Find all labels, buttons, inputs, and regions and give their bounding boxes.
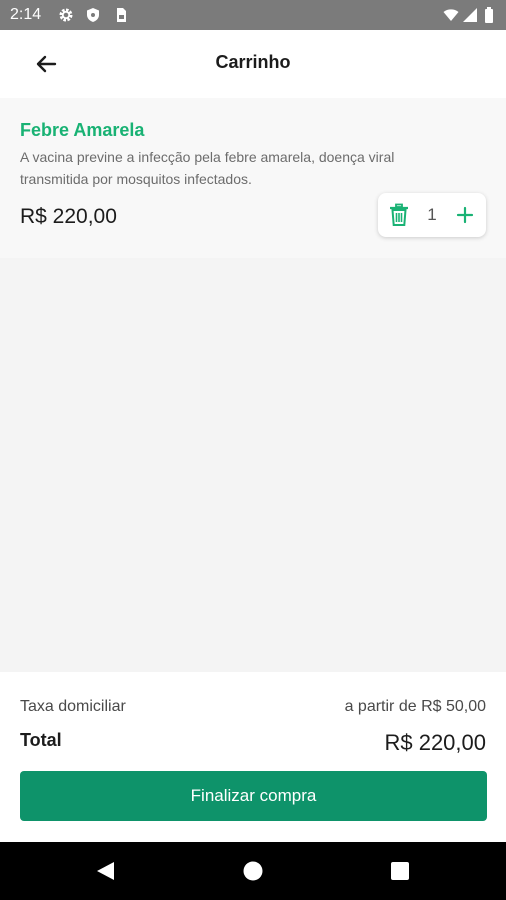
item-price: R$ 220,00 xyxy=(20,205,117,228)
fee-label: Taxa domiciliar xyxy=(20,698,126,715)
app-bar: Carrinho xyxy=(0,30,506,98)
remove-item-button[interactable] xyxy=(388,203,410,227)
status-bar: 2:14 xyxy=(0,0,506,30)
status-time: 2:14 xyxy=(10,6,42,23)
home-circle-icon[interactable] xyxy=(242,860,264,882)
battery-icon xyxy=(485,7,493,23)
fee-value: a partir de R$ 50,00 xyxy=(344,698,486,715)
item-description: A vacina previne a infecção pela febre a… xyxy=(20,149,395,187)
increase-quantity-button[interactable] xyxy=(454,203,476,227)
quantity-value: 1 xyxy=(427,205,437,224)
total-label: Total xyxy=(20,730,62,750)
wifi-icon xyxy=(443,9,459,21)
shield-icon xyxy=(87,8,99,22)
plus-icon xyxy=(456,206,474,224)
checkout-button[interactable]: Finalizar compra xyxy=(20,771,487,821)
item-name: Febre Amarela xyxy=(20,120,145,140)
system-nav-bar xyxy=(0,842,506,900)
signal-icon xyxy=(463,8,477,22)
cart-item: Febre Amarela A vacina previne a infecçã… xyxy=(0,98,506,258)
page-title: Carrinho xyxy=(215,52,291,72)
recents-square-icon[interactable] xyxy=(389,860,411,882)
quantity-stepper: 1 xyxy=(378,193,486,237)
back-triangle-icon[interactable] xyxy=(94,860,116,882)
total-value: R$ 220,00 xyxy=(384,730,486,755)
gear-icon xyxy=(59,8,73,22)
order-summary: Taxa domiciliar a partir de R$ 50,00 Tot… xyxy=(0,672,506,842)
sim-card-icon xyxy=(117,8,126,22)
trash-icon xyxy=(390,203,408,226)
